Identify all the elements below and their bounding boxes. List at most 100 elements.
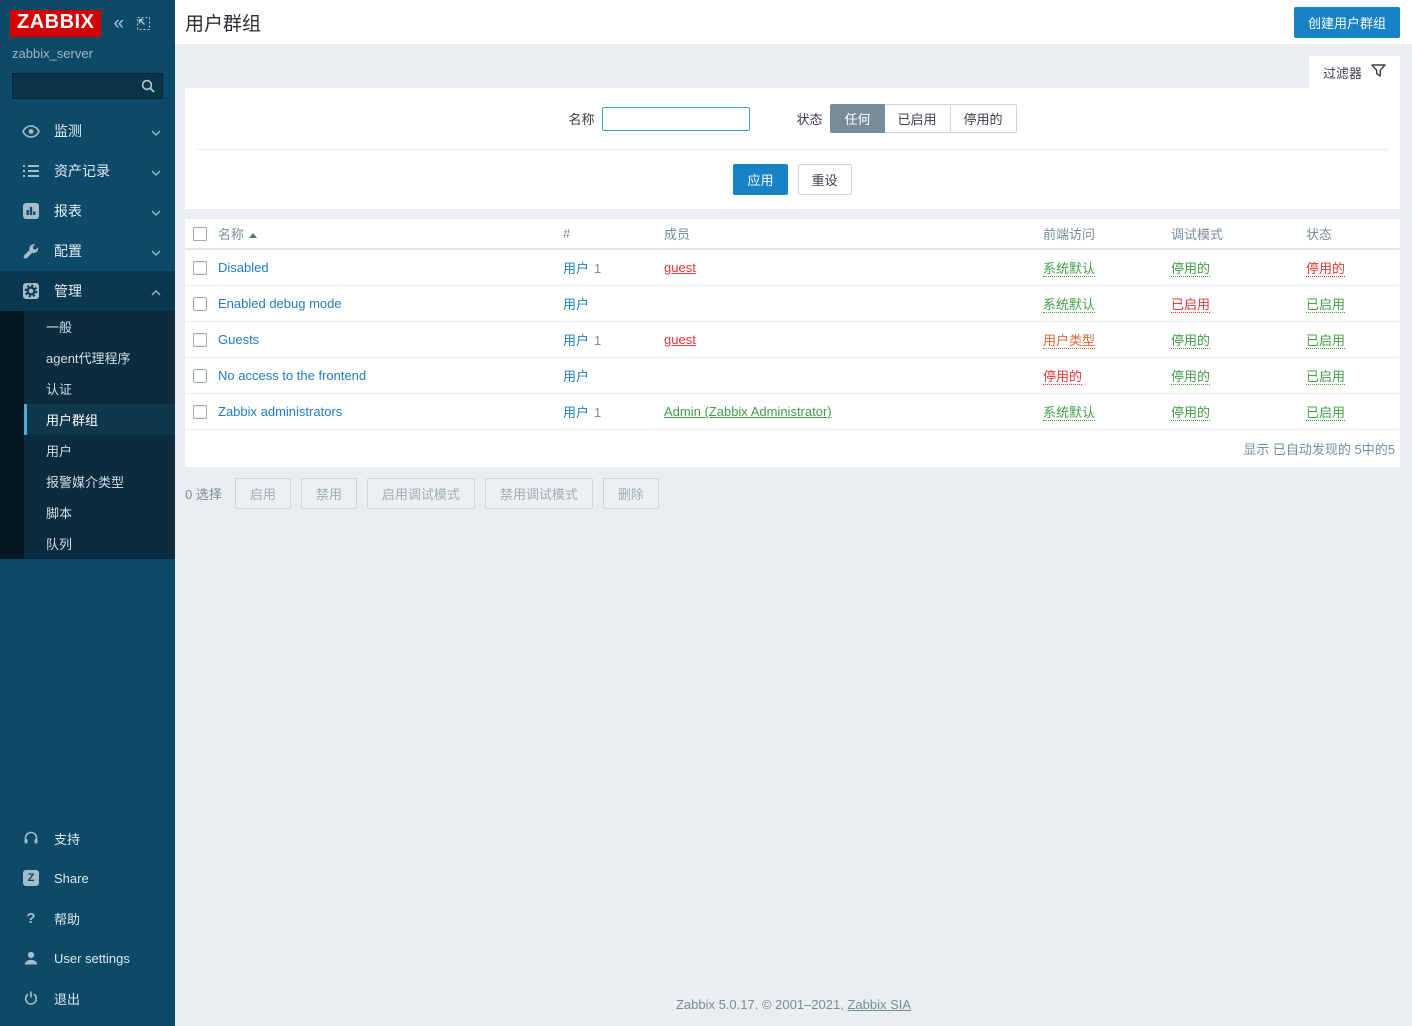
users-link[interactable]: 用户 [563,369,589,384]
row-checkbox[interactable] [193,369,207,383]
member-link[interactable]: guest [664,260,696,275]
headset-icon [22,830,40,846]
group-name-link[interactable]: Guests [218,332,259,347]
sidebar-item-reports[interactable]: 报表 [0,191,175,231]
sidebar-item-configuration[interactable]: 配置 [0,231,175,271]
debug-mode-link[interactable]: 停用的 [1171,369,1210,385]
submenu-item-proxies[interactable]: agent代理程序 [24,342,175,373]
footer-zabbix-sia-link[interactable]: Zabbix SIA [847,997,911,1012]
group-name-link[interactable]: Enabled debug mode [218,296,342,311]
sidebar-item-label: 报表 [54,201,82,221]
users-link[interactable]: 用户 [563,333,589,348]
filter-buttons-row: 应用 重设 [195,150,1390,197]
frontend-access-link[interactable]: 系统默认 [1043,297,1095,313]
status-option-any[interactable]: 任何 [830,104,884,133]
sidebar-item-label: 配置 [54,241,82,261]
status-segmented-control: 任何 已启用 停用的 [830,104,1016,133]
row-checkbox[interactable] [193,297,207,311]
collapse-sidebar-icon[interactable]: « [113,14,124,33]
zabbix-logo[interactable]: ZABBIX [10,10,101,37]
submenu-item-user-groups[interactable]: 用户群组 [24,404,175,435]
footer-version-text: Zabbix 5.0.17. © 2001–2021, [676,997,847,1012]
submenu-item-label: 一般 [46,317,72,336]
sidebar-item-administration[interactable]: 管理 [0,271,175,311]
selection-action-bar: 0 选择 启用 禁用 启用调试模式 禁用调试模式 删除 [175,467,1412,519]
filter-tab[interactable]: 过滤器 [1309,56,1400,88]
frontend-access-link[interactable]: 停用的 [1043,369,1082,385]
frontend-access-link[interactable]: 系统默认 [1043,405,1095,421]
sidebar-item-support[interactable]: 支持 [0,818,175,858]
filter-panel: 名称 状态 任何 已启用 停用的 应用 重设 [185,88,1400,209]
submenu-item-label: 用户群组 [46,410,98,429]
status-link[interactable]: 已启用 [1306,405,1345,421]
row-checkbox[interactable] [193,405,207,419]
debug-mode-link[interactable]: 停用的 [1171,405,1210,421]
submenu-item-media-types[interactable]: 报警媒介类型 [24,466,175,497]
column-header-label: 成员 [664,227,690,242]
main-content: 用户群组 创建用户群组 过滤器 名称 状态 任何 已启用 停用的 应用 重设 [175,0,1412,1026]
sidebar-item-label: Share [54,871,89,886]
debug-mode-link[interactable]: 停用的 [1171,261,1210,277]
expand-sidebar-icon[interactable] [136,16,151,31]
page-footer: Zabbix 5.0.17. © 2001–2021, Zabbix SIA [175,987,1412,1026]
reset-button[interactable]: 重设 [798,164,852,195]
group-name-link[interactable]: No access to the frontend [218,368,366,383]
submenu-item-authentication[interactable]: 认证 [24,373,175,404]
sidebar-item-inventory[interactable]: 资产记录 [0,151,175,191]
server-name: zabbix_server [0,37,175,65]
disable-debug-button[interactable]: 禁用调试模式 [485,478,593,509]
name-filter-input[interactable] [602,107,750,131]
sidebar-item-share[interactable]: Z Share [0,858,175,898]
submenu-item-queue[interactable]: 队列 [24,528,175,559]
create-user-group-button[interactable]: 创建用户群组 [1294,7,1400,38]
column-header-status: 状态 [1301,219,1400,249]
table-row: No access to the frontend 用户 停用的 停用的 已启用 [185,358,1400,394]
sidebar-item-user-settings[interactable]: User settings [0,938,175,978]
status-option-enabled[interactable]: 已启用 [884,104,951,133]
users-link[interactable]: 用户 [563,405,589,420]
status-link[interactable]: 已启用 [1306,297,1345,313]
column-header-debug: 调试模式 [1166,219,1301,249]
enable-button[interactable]: 启用 [235,478,291,509]
debug-mode-link[interactable]: 停用的 [1171,333,1210,349]
users-link[interactable]: 用户 [563,261,589,276]
status-link[interactable]: 停用的 [1306,261,1345,277]
debug-mode-link[interactable]: 已启用 [1171,297,1210,313]
submenu-item-scripts[interactable]: 脚本 [24,497,175,528]
signout-icon [22,990,40,1006]
users-count: 1 [594,333,601,348]
table-row: Disabled 用户1 guest 系统默认 停用的 停用的 [185,249,1400,286]
sidebar-item-signout[interactable]: 退出 [0,978,175,1018]
frontend-access-link[interactable]: 用户类型 [1043,333,1095,349]
status-link[interactable]: 已启用 [1306,333,1345,349]
enable-debug-button[interactable]: 启用调试模式 [367,478,475,509]
search-icon[interactable] [140,78,156,97]
status-filter-label: 状态 [796,109,822,128]
delete-button[interactable]: 删除 [603,478,659,509]
submenu-item-general[interactable]: 一般 [24,311,175,342]
column-header-name[interactable]: 名称 [213,219,558,249]
disable-button[interactable]: 禁用 [301,478,357,509]
sidebar-item-label: 管理 [54,281,82,301]
column-header-label: # [563,226,570,241]
status-link[interactable]: 已启用 [1306,369,1345,385]
member-link[interactable]: guest [664,332,696,347]
table-row: Guests 用户 1 guest 用户类型 停用的 已启用 [185,322,1400,358]
row-checkbox[interactable] [193,261,207,275]
group-name-link[interactable]: Zabbix administrators [218,404,342,419]
frontend-access-link[interactable]: 系统默认 [1043,261,1095,277]
group-name-link[interactable]: Disabled [218,260,269,275]
share-icon: Z [22,870,40,886]
select-all-checkbox[interactable] [193,227,207,241]
submenu-item-users[interactable]: 用户 [24,435,175,466]
row-checkbox[interactable] [193,333,207,347]
member-link[interactable]: Admin (Zabbix Administrator) [664,404,832,419]
apply-button[interactable]: 应用 [733,164,787,195]
status-option-disabled[interactable]: 停用的 [950,104,1017,133]
sidebar-item-monitoring[interactable]: 监测 [0,111,175,151]
column-header-label: 前端访问 [1043,227,1095,242]
sidebar-item-label: 退出 [54,989,80,1008]
users-link[interactable]: 用户 [563,297,589,312]
sidebar-item-help[interactable]: ? 帮助 [0,898,175,938]
eye-icon [22,125,40,138]
